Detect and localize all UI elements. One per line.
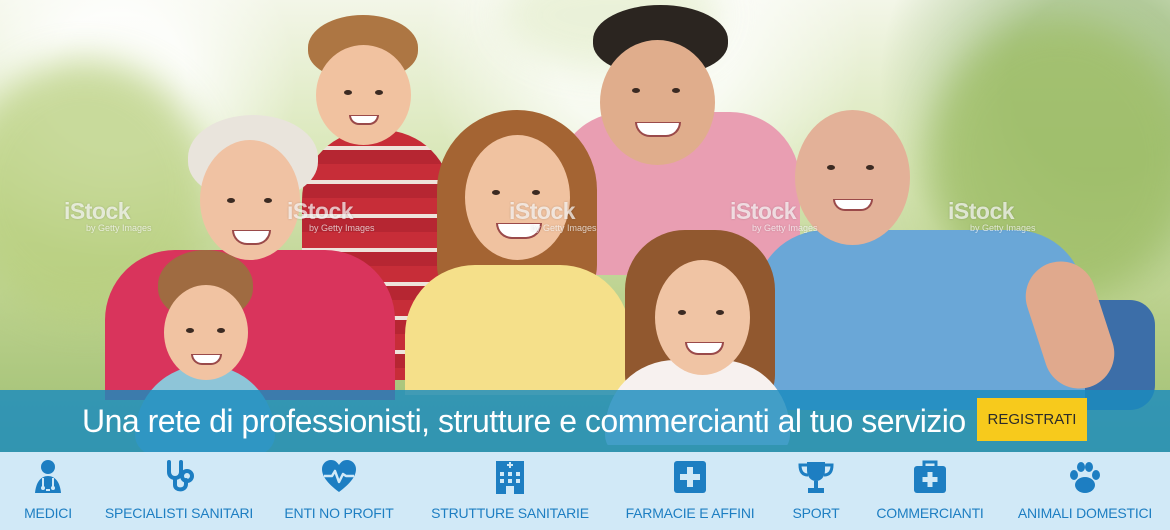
watermark-credit: by Getty Images: [531, 223, 597, 233]
girl-face: [164, 285, 248, 380]
category-sport[interactable]: SPORT: [785, 452, 847, 530]
medical-bag-icon: [911, 458, 949, 496]
istock-watermark: iStock by Getty Images: [64, 198, 152, 233]
hero-headline: Una rete di professionisti, strutture e …: [82, 403, 966, 439]
watermark-brand: iStock: [287, 198, 354, 224]
category-medici[interactable]: MEDICI: [9, 452, 87, 530]
watermark-brand: iStock: [509, 198, 576, 224]
watermark-brand: iStock: [64, 198, 131, 224]
category-label: COMMERCIANTI: [876, 505, 984, 521]
category-farmacie-e-affini[interactable]: FARMACIE E AFFINI: [620, 452, 760, 530]
yellow-top: [405, 265, 630, 395]
category-label: SPORT: [792, 505, 840, 521]
category-strutture-sanitarie[interactable]: STRUTTURE SANITARIE: [425, 452, 595, 530]
pharmacy-cross-icon: [671, 458, 709, 496]
smile: [685, 342, 724, 355]
register-button[interactable]: REGISTRATI: [977, 398, 1087, 441]
smile: [833, 199, 873, 211]
smile: [635, 122, 681, 137]
family-hero-image: iStock by Getty Images iStock by Getty Ima…: [0, 0, 1170, 455]
category-animali-domestici[interactable]: ANIMALI DOMESTICI: [1012, 452, 1158, 530]
category-label: ANIMALI DOMESTICI: [1017, 505, 1153, 521]
category-label: STRUTTURE SANITARIE: [431, 505, 589, 521]
watermark-credit: by Getty Images: [309, 223, 375, 233]
paw-icon: [1066, 458, 1104, 496]
eye: [375, 90, 383, 95]
eye: [632, 88, 640, 93]
category-label: MEDICI: [24, 505, 72, 521]
hospital-icon: [491, 458, 529, 496]
category-specialisti-sanitari[interactable]: SPECIALISTI SANITARI: [101, 452, 257, 530]
eye: [227, 198, 235, 203]
eye: [492, 190, 500, 195]
eye: [532, 190, 540, 195]
eye: [672, 88, 680, 93]
istock-watermark: iStock by Getty Images: [948, 198, 1036, 233]
eye: [186, 328, 194, 333]
istock-watermark: iStock by Getty Images: [730, 198, 818, 233]
smile: [232, 230, 271, 245]
category-navigation: MEDICI SPECIALISTI SANITARI ENTI NO PROF…: [0, 452, 1170, 530]
homepage-hero-section: iStock by Getty Images iStock by Getty Ima…: [0, 0, 1170, 530]
smiling-mother: [405, 105, 630, 395]
eye: [217, 328, 225, 333]
eye: [716, 310, 724, 315]
smiling-grandfather: [735, 110, 1155, 410]
watermark-credit: by Getty Images: [752, 223, 818, 233]
eye: [827, 165, 835, 170]
watermark-credit: by Getty Images: [970, 223, 1036, 233]
istock-watermark: iStock by Getty Images: [509, 198, 597, 233]
girl-face: [655, 260, 750, 375]
heartbeat-icon: [320, 458, 358, 496]
watermark-brand: iStock: [948, 198, 1015, 224]
eye: [264, 198, 272, 203]
hero-caption-banner: Una rete di professionisti, strutture e …: [0, 390, 1170, 452]
category-label: ENTI NO PROFIT: [284, 505, 394, 521]
eye: [866, 165, 874, 170]
category-label: SPECIALISTI SANITARI: [104, 505, 254, 521]
grandmother-face: [200, 140, 300, 260]
eye: [344, 90, 352, 95]
stethoscope-icon: [160, 458, 198, 496]
category-enti-no-profit[interactable]: ENTI NO PROFIT: [278, 452, 400, 530]
eye: [678, 310, 686, 315]
category-label: FARMACIE E AFFINI: [625, 505, 755, 521]
smile: [191, 354, 222, 365]
watermark-credit: by Getty Images: [86, 223, 152, 233]
istock-watermark: iStock by Getty Images: [287, 198, 375, 233]
category-commercianti[interactable]: COMMERCIANTI: [870, 452, 990, 530]
watermark-brand: iStock: [730, 198, 797, 224]
trophy-icon: [797, 458, 835, 496]
doctor-icon: [29, 458, 67, 496]
